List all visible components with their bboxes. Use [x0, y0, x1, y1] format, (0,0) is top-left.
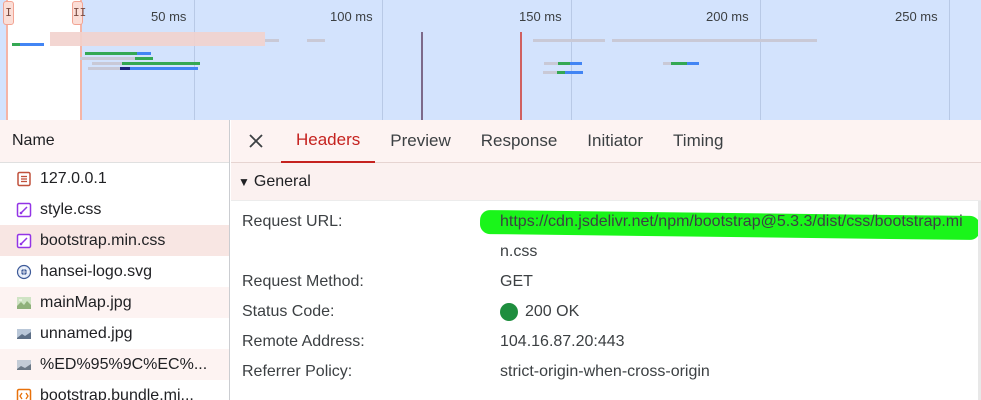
image-icon [16, 357, 32, 373]
request-row-hansei-logo-svg[interactable]: hansei-logo.svg [0, 256, 229, 287]
status-code-value-wrap: 200 OK [500, 297, 579, 327]
request-url-container: https://cdn.jsdelivr.net/npm/bootstrap@5… [479, 207, 981, 267]
close-icon [249, 134, 263, 148]
request-method-value[interactable]: GET [500, 267, 533, 297]
image-icon [16, 326, 32, 342]
remote-address-label: Remote Address: [242, 333, 365, 350]
request-method-row: Request Method: GET [231, 267, 981, 297]
timeline-request-bar [544, 62, 558, 65]
svg-image-icon [16, 264, 32, 280]
timeline-request-bar [12, 43, 20, 46]
details-tabbar: Headers Preview Response Initiator Timin… [231, 120, 981, 163]
stylesheet-icon [16, 202, 32, 218]
remote-address-row: Remote Address: 104.16.87.20:443 [231, 327, 981, 357]
request-list: Name 127.0.0.1 style.css bootstrap.min.c… [0, 120, 230, 400]
tab-initiator[interactable]: Initiator [572, 120, 658, 163]
timeline-load-marker [520, 32, 522, 120]
request-name: %ED%95%9C%EC%... [40, 355, 208, 373]
timeline-tick-label: 250 ms [895, 9, 938, 24]
timeline-gridline [571, 0, 572, 120]
general-section-header[interactable]: ▼ General [231, 163, 981, 201]
name-column-header[interactable]: Name [0, 120, 229, 163]
stylesheet-icon [16, 233, 32, 249]
request-row-style-css[interactable]: style.css [0, 194, 229, 225]
request-url-row: Request URL: https://cdn.jsdelivr.net/np… [231, 207, 981, 267]
timeline-tick-label: 150 ms [519, 9, 562, 24]
document-icon [16, 171, 32, 187]
timeline-gridline [194, 0, 195, 120]
general-section: Request URL: https://cdn.jsdelivr.net/np… [231, 201, 981, 387]
timeline-request-bar [50, 32, 265, 46]
close-button[interactable] [231, 120, 281, 163]
request-name: 127.0.0.1 [40, 169, 107, 187]
timeline-request-bar [671, 62, 687, 65]
request-row-mainmap-jpg[interactable]: mainMap.jpg [0, 287, 229, 318]
request-row-bootstrap-min-css[interactable]: bootstrap.min.css [0, 225, 229, 256]
tab-preview[interactable]: Preview [375, 120, 465, 163]
timeline-request-bar [120, 67, 130, 70]
remote-address-value[interactable]: 104.16.87.20:443 [500, 327, 625, 357]
request-name: bootstrap.min.css [40, 231, 166, 249]
status-dot-icon [500, 303, 518, 321]
timeline-tick-label: 100 ms [330, 9, 373, 24]
request-method-label: Request Method: [242, 273, 364, 290]
referrer-policy-value[interactable]: strict-origin-when-cross-origin [500, 357, 710, 387]
request-row-unnamed-jpg[interactable]: unnamed.jpg [0, 318, 229, 349]
timeline-gridline [949, 0, 950, 120]
timeline-request-bar [687, 62, 699, 65]
timeline-request-bar [80, 57, 135, 60]
request-url-value-wrap: https://cdn.jsdelivr.net/npm/bootstrap@5… [479, 207, 981, 267]
referrer-policy-row: Referrer Policy: strict-origin-when-cros… [231, 357, 981, 387]
timeline-domcontentloaded-marker [421, 32, 423, 120]
request-row-bootstrap-bundle[interactable]: bootstrap.bundle.mi... [0, 380, 229, 400]
timeline-overview[interactable]: I II 50 ms 100 ms 150 ms 200 ms 250 ms [0, 0, 981, 120]
request-name: mainMap.jpg [40, 293, 132, 311]
timeline-request-bar [85, 52, 137, 55]
tab-response[interactable]: Response [466, 120, 573, 163]
referrer-policy-label: Referrer Policy: [242, 363, 353, 380]
timeline-request-bar [663, 62, 671, 65]
timeline-request-bar [92, 62, 122, 65]
request-row-127-0-0-1[interactable]: 127.0.0.1 [0, 163, 229, 194]
image-icon [16, 295, 32, 311]
timeline-request-bar [543, 71, 557, 74]
timeline-request-bar [130, 67, 198, 70]
request-name: hansei-logo.svg [40, 262, 153, 280]
script-icon [16, 388, 32, 400]
status-code-value[interactable]: 200 OK [525, 297, 579, 327]
request-name: style.css [40, 200, 102, 218]
general-section-title: General [253, 172, 311, 190]
timeline-tick-label: 200 ms [706, 9, 749, 24]
timeline-right-handle[interactable]: II [72, 1, 86, 25]
status-code-label: Status Code: [242, 303, 335, 320]
request-row-encoded-image[interactable]: %ED%95%9C%EC%... [0, 349, 229, 380]
tab-timing[interactable]: Timing [658, 120, 738, 163]
timeline-request-bar [307, 39, 325, 42]
timeline-request-bar [565, 71, 583, 74]
request-details-panel: Headers Preview Response Initiator Timin… [231, 120, 981, 400]
status-code-row: Status Code: 200 OK [231, 297, 981, 327]
timeline-request-bar [612, 39, 817, 42]
timeline-tick-label: 50 ms [151, 9, 187, 24]
triangle-down-icon: ▼ [238, 174, 250, 189]
timeline-gridline [382, 0, 383, 120]
timeline-gridline [760, 0, 761, 120]
timeline-request-bar [135, 57, 153, 60]
timeline-selection-window[interactable] [6, 0, 82, 120]
timeline-request-bar [557, 71, 565, 74]
timeline-request-bar [88, 67, 120, 70]
timeline-request-bar [558, 62, 570, 65]
timeline-request-bar [533, 39, 605, 42]
timeline-request-bar [265, 39, 279, 42]
request-name: bootstrap.bundle.mi... [40, 386, 194, 400]
timeline-request-bar [137, 52, 151, 55]
tab-headers[interactable]: Headers [281, 120, 376, 163]
request-url-label: Request URL: [242, 213, 343, 230]
timeline-left-handle[interactable]: I [3, 1, 14, 25]
timeline-request-bar [122, 62, 200, 65]
request-name: unnamed.jpg [40, 324, 133, 342]
timeline-request-bar [570, 62, 582, 65]
